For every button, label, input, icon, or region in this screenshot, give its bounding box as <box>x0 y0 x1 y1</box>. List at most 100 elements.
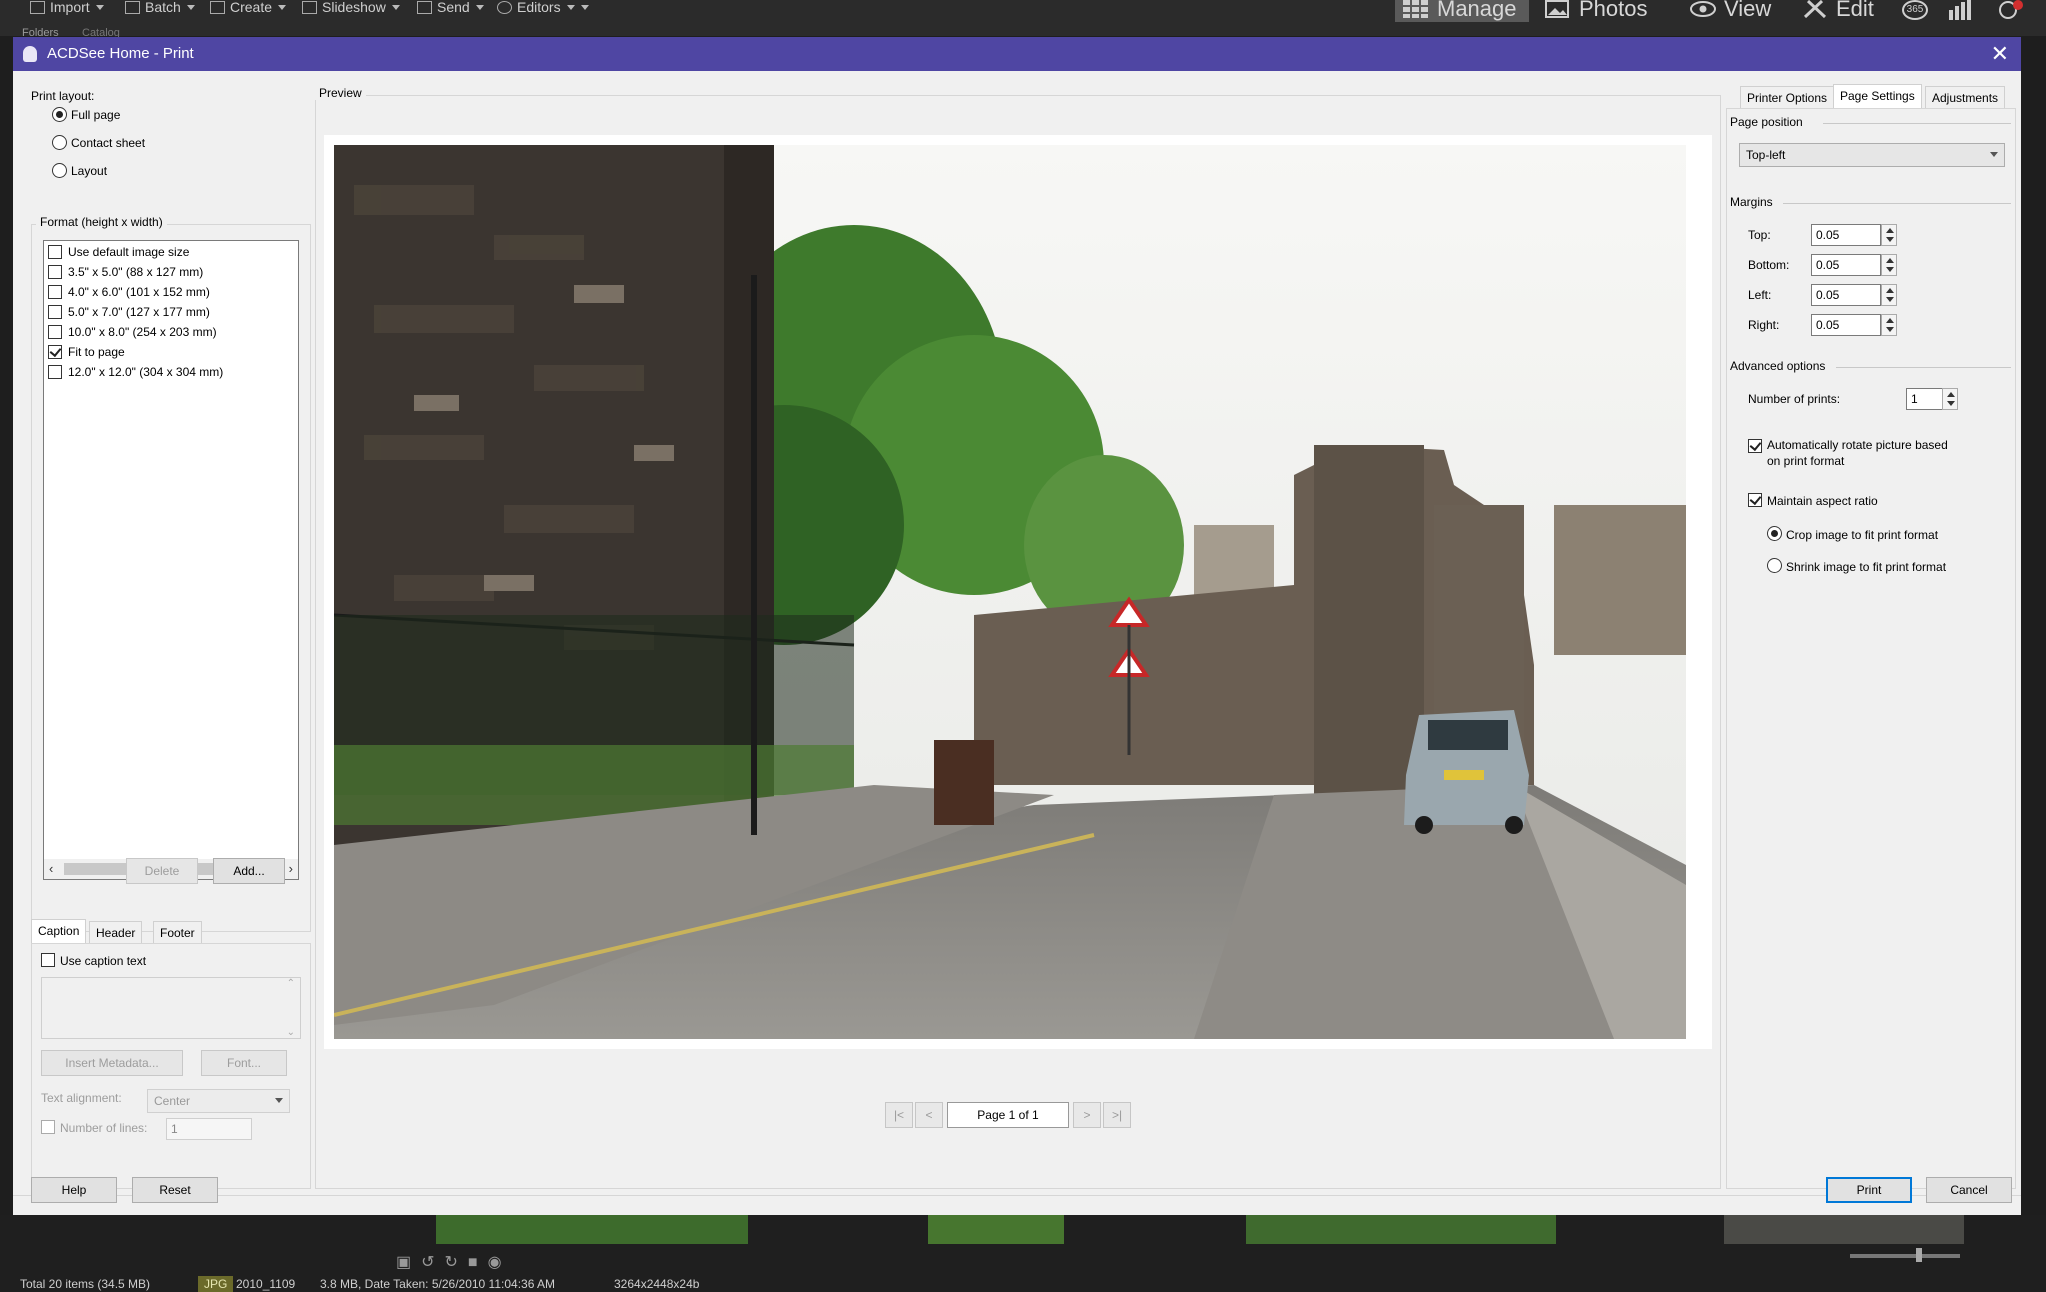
prints-spinner[interactable] <box>1942 388 1958 410</box>
format-checkbox[interactable] <box>48 365 62 379</box>
chevron-down-icon <box>580 5 589 10</box>
layout-radio[interactable] <box>52 107 67 122</box>
thumbnail[interactable] <box>928 1215 1064 1244</box>
scroll-right-icon[interactable]: › <box>289 861 293 876</box>
send-menu[interactable]: Send <box>417 0 484 14</box>
zoom-slider[interactable] <box>1850 1254 1960 1258</box>
format-checkbox[interactable] <box>48 245 62 259</box>
maintain-aspect-checkbox[interactable] <box>1748 493 1762 507</box>
crop-label: Crop image to fit print format <box>1786 528 1939 542</box>
next-page-button[interactable]: > <box>1073 1102 1101 1128</box>
number-of-lines-label: Number of lines: <box>60 1121 148 1135</box>
caption-textarea[interactable]: ⌃ ⌄ <box>41 977 301 1039</box>
notification-icon[interactable] <box>1996 0 2026 20</box>
margin-spinner[interactable] <box>1881 314 1897 336</box>
chevron-down-icon <box>186 5 195 10</box>
tab-caption[interactable]: Caption <box>31 919 87 943</box>
format-checkbox[interactable] <box>48 285 62 299</box>
crop-radio[interactable] <box>1767 526 1782 541</box>
help-button[interactable]: Help <box>31 1177 117 1203</box>
create-menu[interactable]: Create <box>210 0 287 14</box>
tab-printer-options[interactable]: Printer Options <box>1740 86 1835 108</box>
filmstrip-tools[interactable]: ▣↺↻■◉ <box>396 1252 556 1271</box>
number-of-lines-input[interactable]: 1 <box>166 1118 252 1140</box>
chevron-down-icon <box>278 5 287 10</box>
photos-icon <box>1545 0 1569 18</box>
import-menu[interactable]: Import <box>30 0 104 14</box>
format-list[interactable]: Use default image size 3.5" x 5.0" (88 x … <box>43 240 299 880</box>
status-total: Total 20 items (34.5 MB) <box>20 1277 151 1291</box>
tab-footer[interactable]: Footer <box>153 921 202 943</box>
chevron-down-icon <box>95 5 104 10</box>
thumbnail[interactable] <box>1724 1215 1964 1244</box>
chevron-down-icon <box>475 5 484 10</box>
close-icon[interactable]: ✕ <box>1991 37 2009 71</box>
batch-menu[interactable]: Batch <box>125 0 195 14</box>
format-item-label: Fit to page <box>68 345 125 359</box>
layout-option-label: Full page <box>71 108 121 122</box>
chart-icon[interactable] <box>1948 0 1972 20</box>
format-checkbox[interactable] <box>48 265 62 279</box>
status-size-date: 3.8 MB, Date Taken: 5/26/2010 11:04:36 A… <box>320 1277 556 1291</box>
file-type-badge: JPG <box>198 1276 234 1292</box>
margin-input[interactable]: 0.05 <box>1811 284 1881 306</box>
format-checkbox[interactable] <box>48 305 62 319</box>
layout-option-label: Layout <box>71 164 108 178</box>
margin-label: Bottom: <box>1748 258 1790 272</box>
mode-manage[interactable]: Manage <box>1395 0 1529 22</box>
last-page-button[interactable]: >| <box>1103 1102 1131 1128</box>
auto-rotate-checkbox[interactable] <box>1748 439 1762 453</box>
grid-icon <box>1403 0 1428 18</box>
layout-radio[interactable] <box>52 135 67 150</box>
prev-page-button[interactable]: < <box>915 1102 943 1128</box>
print-dialog: ACDSee Home - Print ✕ Print layout: Full… <box>13 37 2021 1215</box>
format-checkbox[interactable] <box>48 345 62 359</box>
delete-button[interactable]: Delete <box>126 858 198 884</box>
cancel-button[interactable]: Cancel <box>1926 1177 2012 1203</box>
mode-photos[interactable]: Photos <box>1537 0 1660 22</box>
reset-button[interactable]: Reset <box>132 1177 218 1203</box>
add-button[interactable]: Add... <box>213 858 285 884</box>
preview-label: Preview <box>315 86 366 100</box>
margin-spinner[interactable] <box>1881 224 1897 246</box>
slideshow-menu[interactable]: Slideshow <box>302 0 400 14</box>
zoom-slider-thumb[interactable] <box>1916 1248 1922 1262</box>
text-alignment-select[interactable]: Center <box>147 1089 290 1113</box>
margin-spinner[interactable] <box>1881 254 1897 276</box>
eye-icon <box>1690 1 1716 17</box>
divider <box>1823 123 2011 124</box>
number-of-lines-checkbox[interactable] <box>41 1120 55 1134</box>
send-icon <box>417 1 432 14</box>
dialog-titlebar: ACDSee Home - Print ✕ <box>13 37 2021 71</box>
slideshow-icon <box>302 1 317 14</box>
badge-365-icon[interactable]: 365 <box>1902 0 1928 20</box>
editors-menu[interactable]: Editors <box>497 0 589 14</box>
tab-page-settings[interactable]: Page Settings <box>1833 84 1922 108</box>
insert-metadata-button[interactable]: Insert Metadata... <box>41 1050 183 1076</box>
print-button[interactable]: Print <box>1826 1177 1912 1203</box>
shrink-radio[interactable] <box>1767 558 1782 573</box>
app-toolbar: Import Batch Create Slideshow Send Edito… <box>0 0 2046 39</box>
tab-adjustments[interactable]: Adjustments <box>1925 86 2006 108</box>
margin-spinner[interactable] <box>1881 284 1897 306</box>
scroll-left-icon[interactable]: ‹ <box>49 861 53 876</box>
margin-input[interactable]: 0.05 <box>1811 314 1881 336</box>
margin-input[interactable]: 0.05 <box>1811 254 1881 276</box>
tab-header[interactable]: Header <box>89 921 143 943</box>
maintain-aspect-label: Maintain aspect ratio <box>1767 494 1878 508</box>
format-checkbox[interactable] <box>48 325 62 339</box>
thumbnail[interactable] <box>436 1215 748 1244</box>
font-button[interactable]: Font... <box>201 1050 287 1076</box>
mode-edit[interactable]: Edit <box>1794 0 1886 22</box>
number-of-prints-label: Number of prints: <box>1748 392 1841 406</box>
shrink-label: Shrink image to fit print format <box>1786 560 1947 574</box>
thumbnail[interactable] <box>1246 1215 1556 1244</box>
first-page-button[interactable]: |< <box>885 1102 913 1128</box>
dialog-title: ACDSee Home - Print <box>47 45 194 62</box>
use-caption-checkbox[interactable] <box>41 953 55 967</box>
text-alignment-label: Text alignment: <box>41 1091 122 1105</box>
margin-input[interactable]: 0.05 <box>1811 224 1881 246</box>
page-position-select[interactable]: Top-left <box>1739 143 2005 167</box>
layout-radio[interactable] <box>52 163 67 178</box>
mode-view[interactable]: View <box>1682 0 1783 22</box>
